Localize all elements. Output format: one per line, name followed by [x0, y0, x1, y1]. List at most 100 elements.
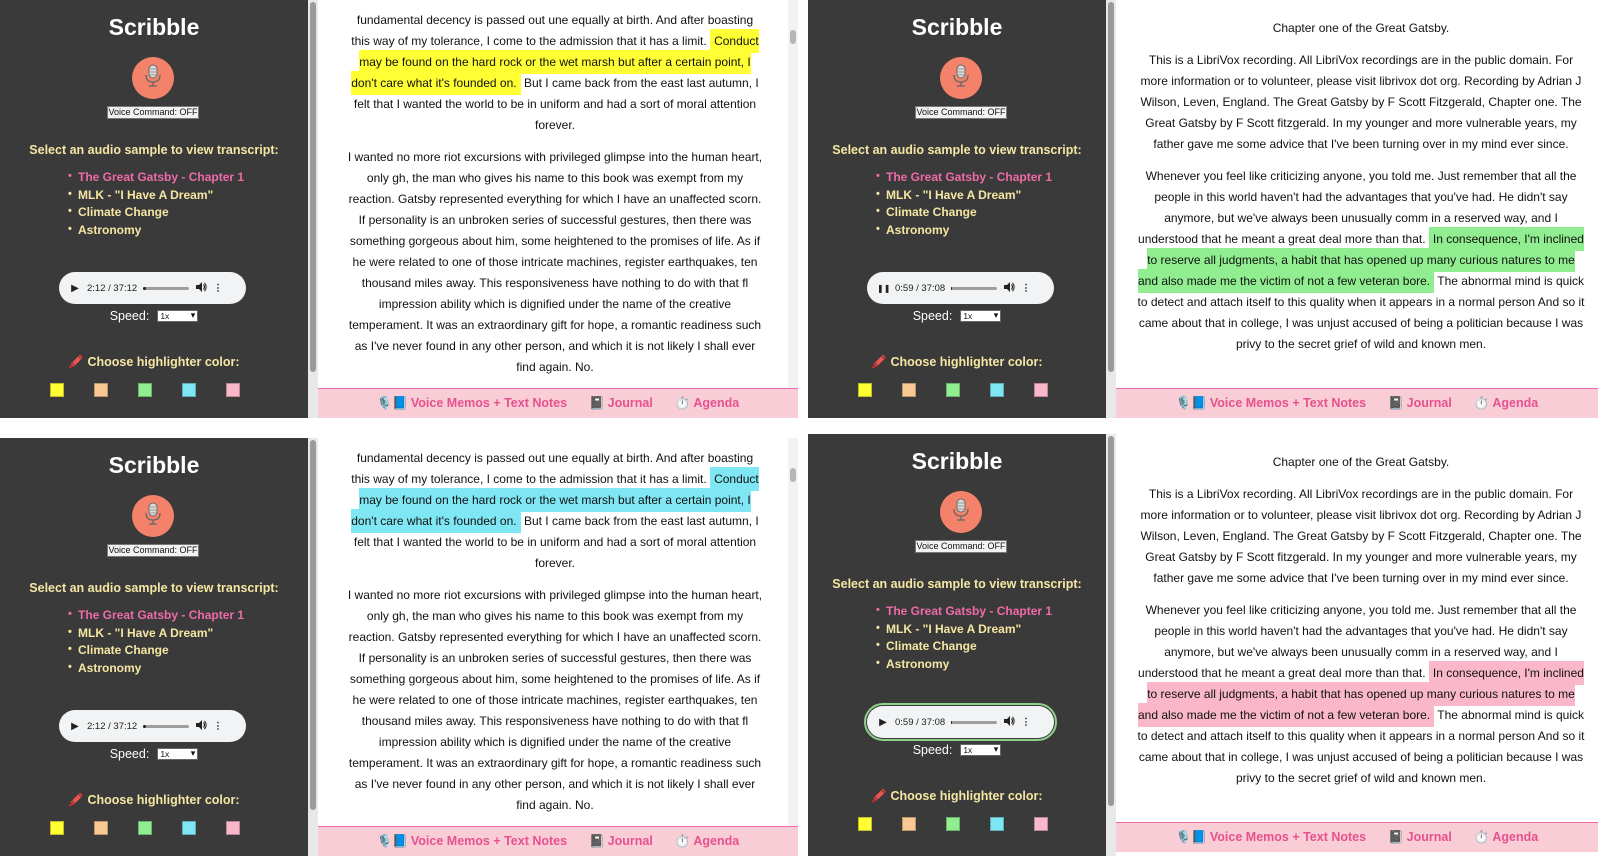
nav-journal[interactable]: 📓 Journal [589, 396, 653, 411]
sidebar-scrollbar[interactable] [308, 0, 318, 418]
volume-icon[interactable] [1003, 715, 1015, 729]
audio-player[interactable]: ❚❚ 0:59 / 37:08 ⋮ [867, 272, 1054, 304]
swatch-green[interactable] [946, 383, 960, 397]
nav-journal[interactable]: 📓 Journal [1388, 830, 1452, 845]
sample-item-astronomy[interactable]: Astronomy [68, 223, 244, 241]
sample-item-climate-change[interactable]: Climate Change [68, 205, 244, 223]
audio-player[interactable]: ▶ 0:59 / 37:08 ⋮ [864, 703, 1057, 741]
swatch-yellow[interactable] [858, 383, 872, 397]
nav-agenda[interactable]: ⏱️ Agenda [1474, 830, 1538, 845]
sample-item-mlk[interactable]: MLK - "I Have A Dream" [876, 622, 1052, 640]
swatch-cyan[interactable] [182, 821, 196, 835]
sample-item-mlk[interactable]: MLK - "I Have A Dream" [68, 188, 244, 206]
sample-item-gatsby[interactable]: The Great Gatsby - Chapter 1 [876, 170, 1052, 188]
more-options-icon[interactable]: ⋮ [1021, 283, 1031, 294]
swatch-yellow[interactable] [858, 817, 872, 831]
swatch-pink[interactable] [226, 383, 240, 397]
swatch-yellow[interactable] [50, 383, 64, 397]
microphone-button[interactable] [132, 57, 174, 99]
swatch-orange[interactable] [902, 383, 916, 397]
transcript-paragraph: Whenever you feel like criticizing anyon… [1136, 166, 1586, 355]
swatch-green[interactable] [946, 817, 960, 831]
sample-item-gatsby[interactable]: The Great Gatsby - Chapter 1 [876, 604, 1052, 622]
pause-icon[interactable]: ❚❚ [877, 284, 890, 293]
more-options-icon[interactable]: ⋮ [213, 283, 223, 294]
nav-agenda[interactable]: ⏱️ Agenda [675, 396, 739, 411]
sample-item-astronomy[interactable]: Astronomy [876, 223, 1052, 241]
transcript-scrollbar[interactable] [788, 0, 798, 388]
swatch-cyan[interactable] [990, 383, 1004, 397]
swatch-green[interactable] [138, 383, 152, 397]
nav-agenda[interactable]: ⏱️ Agenda [1474, 396, 1538, 411]
transcript-paragraph: fundamental decency is passed out une eq… [346, 448, 764, 574]
play-icon[interactable]: ▶ [69, 283, 81, 294]
speed-select[interactable]: 1x [157, 310, 199, 322]
nav-journal[interactable]: 📓 Journal [589, 834, 653, 849]
nav-journal-label: Journal [607, 834, 653, 848]
sidebar-scrollbar-thumb[interactable] [310, 2, 316, 372]
transcript-scrollbar-thumb[interactable] [790, 468, 796, 482]
transcript-scrollbar-thumb[interactable] [790, 30, 796, 44]
more-options-icon[interactable]: ⋮ [1021, 717, 1031, 728]
swatch-orange[interactable] [94, 383, 108, 397]
sidebar-scrollbar[interactable] [1106, 0, 1116, 418]
sample-item-climate-change[interactable]: Climate Change [68, 643, 244, 661]
swatch-pink[interactable] [1034, 817, 1048, 831]
sidebar-scrollbar[interactable] [308, 438, 318, 856]
sample-item-astronomy[interactable]: Astronomy [68, 661, 244, 679]
swatch-cyan[interactable] [182, 383, 196, 397]
voice-command-toggle[interactable]: Voice Command: OFF [107, 106, 199, 119]
swatch-pink[interactable] [1034, 383, 1048, 397]
sample-item-gatsby[interactable]: The Great Gatsby - Chapter 1 [68, 170, 244, 188]
play-icon[interactable]: ▶ [877, 717, 889, 728]
progress-bar[interactable] [143, 724, 190, 728]
nav-journal[interactable]: 📓 Journal [1388, 396, 1452, 411]
more-options-icon[interactable]: ⋮ [213, 721, 223, 732]
progress-bar[interactable] [951, 286, 998, 290]
speed-select[interactable]: 1x [960, 744, 1002, 756]
transcript-text: This is a LibriVox recording. All LibriV… [1140, 53, 1582, 151]
nav-voice-memos[interactable]: 🎙️📘 Voice Memos + Text Notes [1176, 396, 1366, 411]
microphone-button[interactable] [940, 491, 982, 533]
volume-icon[interactable] [195, 281, 207, 295]
swatch-green[interactable] [138, 821, 152, 835]
sidebar-scrollbar[interactable] [1106, 434, 1116, 856]
audio-player[interactable]: ▶ 2:12 / 37:12 ⋮ [59, 272, 246, 304]
sample-item-climate-change[interactable]: Climate Change [876, 639, 1052, 657]
sample-item-astronomy[interactable]: Astronomy [876, 657, 1052, 675]
transcript-scrollbar[interactable] [788, 438, 798, 826]
sidebar-scrollbar-thumb[interactable] [1108, 436, 1114, 806]
progress-bar[interactable] [951, 720, 998, 724]
speed-select[interactable]: 1x [960, 310, 1002, 322]
swatch-orange[interactable] [902, 817, 916, 831]
sample-item-mlk[interactable]: MLK - "I Have A Dream" [876, 188, 1052, 206]
voice-command-toggle[interactable]: Voice Command: OFF [107, 544, 199, 557]
sample-item-gatsby[interactable]: The Great Gatsby - Chapter 1 [68, 608, 244, 626]
nav-agenda[interactable]: ⏱️ Agenda [675, 834, 739, 849]
sample-item-mlk[interactable]: MLK - "I Have A Dream" [68, 626, 244, 644]
nav-voice-memos-label: Voice Memos + Text Notes [410, 834, 568, 848]
swatch-pink[interactable] [226, 821, 240, 835]
play-icon[interactable]: ▶ [69, 721, 81, 732]
swatch-orange[interactable] [94, 821, 108, 835]
volume-icon[interactable] [195, 719, 207, 733]
nav-voice-memos[interactable]: 🎙️📘 Voice Memos + Text Notes [1176, 830, 1366, 845]
swatch-cyan[interactable] [990, 817, 1004, 831]
progress-bar[interactable] [143, 286, 190, 290]
voice-command-toggle[interactable]: Voice Command: OFF [915, 540, 1007, 553]
sidebar-scrollbar-thumb[interactable] [310, 440, 316, 810]
microphone-button[interactable] [940, 57, 982, 99]
microphone-icon [951, 498, 971, 527]
sample-item-climate-change[interactable]: Climate Change [876, 205, 1052, 223]
transcript-text: I wanted no more riot excursions with pr… [347, 150, 763, 374]
speed-select[interactable]: 1x [157, 748, 199, 760]
volume-icon[interactable] [1003, 281, 1015, 295]
microphone-button[interactable] [132, 495, 174, 537]
swatch-yellow[interactable] [50, 821, 64, 835]
nav-voice-memos[interactable]: 🎙️📘 Voice Memos + Text Notes [377, 834, 567, 849]
sidebar-scrollbar-thumb[interactable] [1108, 2, 1114, 372]
audio-player[interactable]: ▶ 2:12 / 37:12 ⋮ [59, 710, 246, 742]
nav-agenda-label: Agenda [1492, 396, 1539, 410]
nav-voice-memos[interactable]: 🎙️📘 Voice Memos + Text Notes [377, 396, 567, 411]
voice-command-toggle[interactable]: Voice Command: OFF [915, 106, 1007, 119]
